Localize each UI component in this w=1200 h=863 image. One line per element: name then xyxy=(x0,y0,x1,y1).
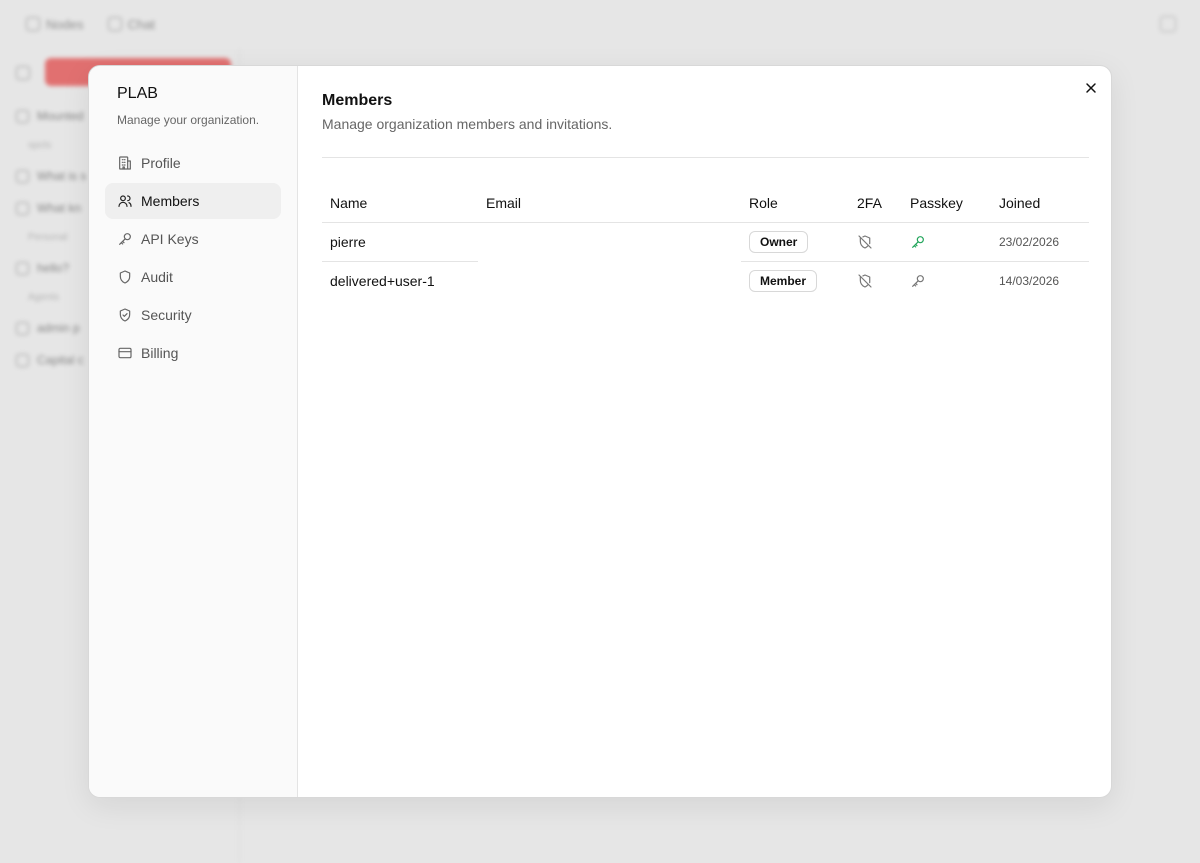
divider xyxy=(322,157,1089,158)
column-header-2fa: 2FA xyxy=(849,184,902,223)
role-badge: Member xyxy=(749,269,818,292)
twofa-cell xyxy=(849,222,902,262)
shield-icon xyxy=(119,270,131,284)
column-header-email: Email xyxy=(478,184,741,223)
member-email xyxy=(478,261,741,300)
role-cell: Member xyxy=(741,261,849,300)
settings-modal: PLAB Manage your organization. Profile M… xyxy=(88,65,1112,798)
page-title: Members xyxy=(322,92,393,109)
members-table: Name Email Role 2FA Passkey Joined pierr… xyxy=(322,184,1089,300)
column-header-name: Name xyxy=(322,184,478,223)
close-icon[interactable] xyxy=(1083,80,1099,96)
nav-item-label: Audit xyxy=(141,269,173,285)
org-subtitle: Manage your organization. xyxy=(117,113,260,127)
member-name: delivered+user-1 xyxy=(330,272,435,289)
background-chat-tab: Chat xyxy=(107,17,155,32)
role-badge: Owner xyxy=(749,230,809,253)
users-icon xyxy=(118,195,132,207)
nav-item-api-keys[interactable]: API Keys xyxy=(105,221,281,257)
joined-date: 23/02/2026 xyxy=(991,222,1089,262)
table-header-row: Name Email Role 2FA Passkey Joined xyxy=(322,184,1089,223)
nav-item-billing[interactable]: Billing xyxy=(105,335,281,371)
passkey-cell xyxy=(902,222,991,262)
chat-icon xyxy=(16,109,29,123)
key-icon xyxy=(912,274,924,287)
table-row[interactable]: pierre Owner 23/02/2026 xyxy=(322,222,1089,262)
column-header-role: Role xyxy=(741,184,849,223)
nav-item-audit[interactable]: Audit xyxy=(105,259,281,295)
nav-item-label: Profile xyxy=(141,155,181,171)
shield-check-icon xyxy=(119,308,131,322)
nav-item-members[interactable]: Members xyxy=(105,183,281,219)
shield-off-icon xyxy=(858,274,872,288)
chat-icon xyxy=(16,353,29,367)
chat-icon xyxy=(16,321,29,335)
shield-off-icon xyxy=(858,234,872,249)
twofa-cell xyxy=(849,261,902,300)
column-header-joined: Joined xyxy=(991,184,1089,223)
role-cell: Owner xyxy=(741,222,849,262)
sidebar-toggle-icon xyxy=(16,66,30,80)
chat-icon xyxy=(16,169,29,183)
passkey-cell xyxy=(902,261,991,300)
joined-date: 14/03/2026 xyxy=(999,273,1060,288)
background-nodes-tab: Nodes xyxy=(26,17,84,32)
nav-item-label: Members xyxy=(141,193,200,209)
page-subtitle: Manage organization members and invitati… xyxy=(322,116,613,132)
building-icon xyxy=(119,156,131,170)
member-email xyxy=(478,222,741,262)
chat-icon xyxy=(107,17,122,31)
background-topbar: Nodes Chat xyxy=(0,0,1200,48)
member-name: pierre xyxy=(322,222,478,262)
nav-item-profile[interactable]: Profile xyxy=(105,145,281,181)
nav-item-security[interactable]: Security xyxy=(105,297,281,333)
nav-item-label: API Keys xyxy=(141,231,199,247)
chat-icon xyxy=(16,201,29,215)
settings-sidebar: PLAB Manage your organization. Profile M… xyxy=(89,66,298,797)
column-header-passkey: Passkey xyxy=(902,184,991,223)
key-icon xyxy=(119,233,131,245)
org-name: PLAB xyxy=(117,85,158,102)
key-icon xyxy=(912,235,924,248)
background-menu-icon xyxy=(1160,16,1176,32)
members-panel: Members Manage organization members and … xyxy=(298,66,1111,797)
nav-item-label: Security xyxy=(141,307,192,323)
settings-nav: Profile Members API Keys Audit Security … xyxy=(105,145,281,371)
chat-icon xyxy=(16,261,29,275)
credit-card-icon xyxy=(118,347,132,359)
grid-icon xyxy=(26,17,40,31)
table-row[interactable]: delivered+user-1 Member 14/03/2026 xyxy=(322,261,1089,300)
nav-item-label: Billing xyxy=(141,345,179,361)
